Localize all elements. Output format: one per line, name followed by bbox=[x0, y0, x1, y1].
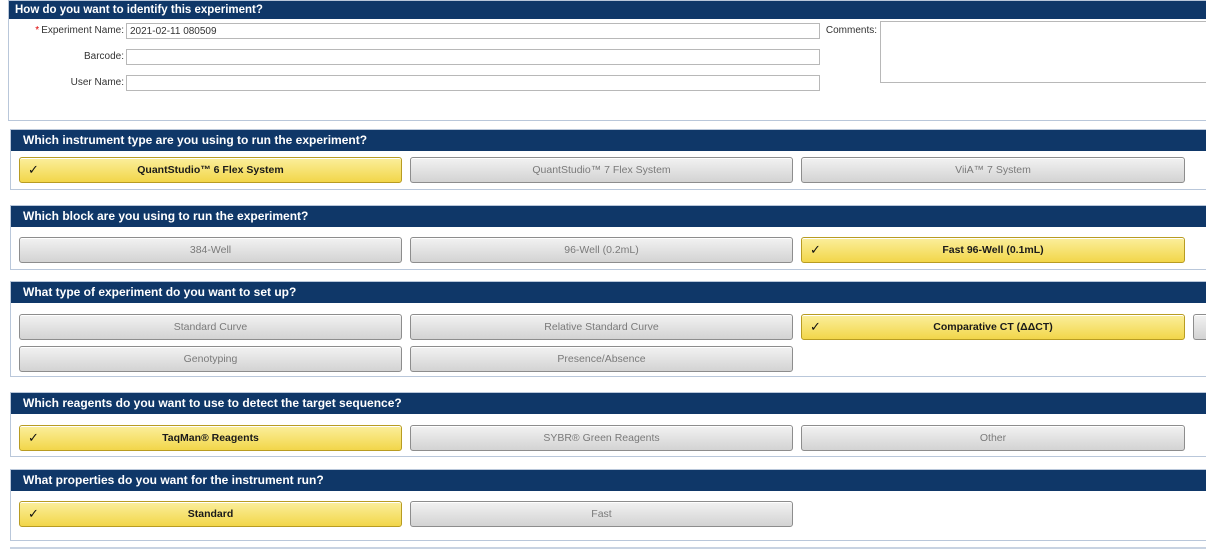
option-more-cut-off[interactable] bbox=[1193, 314, 1206, 340]
run-properties-section: What properties do you want for the inst… bbox=[10, 469, 1206, 541]
option-label: Genotyping bbox=[183, 353, 238, 365]
option-label: SYBR® Green Reagents bbox=[543, 432, 660, 444]
instrument-header: Which instrument type are you using to r… bbox=[11, 130, 1206, 151]
experiment-type-header: What type of experiment do you want to s… bbox=[11, 282, 1206, 303]
option-comparative-ct[interactable]: ✓ Comparative CT (ΔΔCT) bbox=[801, 314, 1185, 340]
experiment-name-row: * Experiment Name: bbox=[9, 23, 124, 39]
experiment-name-label: * Experiment Name: bbox=[14, 23, 124, 39]
identify-header: How do you want to identify this experim… bbox=[9, 1, 1206, 19]
user-name-input[interactable] bbox=[126, 75, 820, 91]
option-fast[interactable]: Fast bbox=[410, 501, 793, 527]
experiment-type-section: What type of experiment do you want to s… bbox=[10, 281, 1206, 377]
comments-textarea[interactable] bbox=[880, 21, 1206, 83]
option-label: Other bbox=[979, 432, 1007, 444]
option-label: Fast 96-Well (0.1mL) bbox=[942, 244, 1044, 256]
option-quantstudio-6[interactable]: ✓ QuantStudio™ 6 Flex System bbox=[19, 157, 402, 183]
block-section: Which block are you using to run the exp… bbox=[10, 205, 1206, 270]
option-other[interactable]: Other bbox=[801, 425, 1185, 451]
run-properties-header: What properties do you want for the inst… bbox=[11, 470, 1206, 491]
barcode-input[interactable] bbox=[126, 49, 820, 65]
option-label: Relative Standard Curve bbox=[544, 321, 659, 333]
user-name-row: User Name: bbox=[9, 75, 124, 91]
option-label: Comparative CT (ΔΔCT) bbox=[933, 321, 1053, 333]
reagents-header: Which reagents do you want to use to det… bbox=[11, 393, 1206, 414]
option-quantstudio-7[interactable]: QuantStudio™ 7 Flex System bbox=[410, 157, 793, 183]
option-presence-absence[interactable]: Presence/Absence bbox=[410, 346, 793, 372]
option-viia-7[interactable]: ViiA™ 7 System bbox=[801, 157, 1185, 183]
option-standard-curve[interactable]: Standard Curve bbox=[19, 314, 402, 340]
option-relative-standard-curve[interactable]: Relative Standard Curve bbox=[410, 314, 793, 340]
instrument-section: Which instrument type are you using to r… bbox=[10, 129, 1206, 190]
experiment-name-input[interactable] bbox=[126, 23, 820, 39]
experiment-name-label-text: Experiment Name: bbox=[41, 25, 124, 36]
option-label: Standard Curve bbox=[173, 321, 248, 333]
block-header: Which block are you using to run the exp… bbox=[11, 206, 1206, 227]
option-label: 384-Well bbox=[189, 244, 232, 256]
user-name-label: User Name: bbox=[70, 77, 124, 88]
identify-section: How do you want to identify this experim… bbox=[8, 0, 1206, 121]
option-label: Standard bbox=[187, 508, 234, 520]
barcode-label: Barcode: bbox=[83, 51, 124, 62]
barcode-row: Barcode: bbox=[9, 49, 124, 65]
option-384-well[interactable]: 384-Well bbox=[19, 237, 402, 263]
option-label: TaqMan® Reagents bbox=[162, 432, 259, 444]
comments-label: Comments: bbox=[825, 25, 877, 36]
bottom-divider bbox=[10, 547, 1206, 549]
option-genotyping[interactable]: Genotyping bbox=[19, 346, 402, 372]
option-label: 96-Well (0.2mL) bbox=[564, 244, 639, 256]
option-label: ViiA™ 7 System bbox=[955, 164, 1031, 176]
check-icon: ✓ bbox=[28, 430, 39, 445]
option-standard[interactable]: ✓ Standard bbox=[19, 501, 402, 527]
option-96-well[interactable]: 96-Well (0.2mL) bbox=[410, 237, 793, 263]
reagents-section: Which reagents do you want to use to det… bbox=[10, 392, 1206, 457]
option-label: QuantStudio™ 6 Flex System bbox=[137, 164, 284, 176]
check-icon: ✓ bbox=[810, 319, 821, 334]
option-sybr-green[interactable]: SYBR® Green Reagents bbox=[410, 425, 793, 451]
required-mark: * bbox=[35, 25, 40, 36]
option-label: Fast bbox=[591, 508, 612, 520]
check-icon: ✓ bbox=[810, 242, 821, 257]
option-taqman[interactable]: ✓ TaqMan® Reagents bbox=[19, 425, 402, 451]
option-label: QuantStudio™ 7 Flex System bbox=[532, 164, 671, 176]
option-fast-96-well[interactable]: ✓ Fast 96-Well (0.1mL) bbox=[801, 237, 1185, 263]
option-label: Presence/Absence bbox=[557, 353, 646, 365]
check-icon: ✓ bbox=[28, 506, 39, 521]
comments-row: Comments: bbox=[809, 23, 877, 39]
check-icon: ✓ bbox=[28, 162, 39, 177]
